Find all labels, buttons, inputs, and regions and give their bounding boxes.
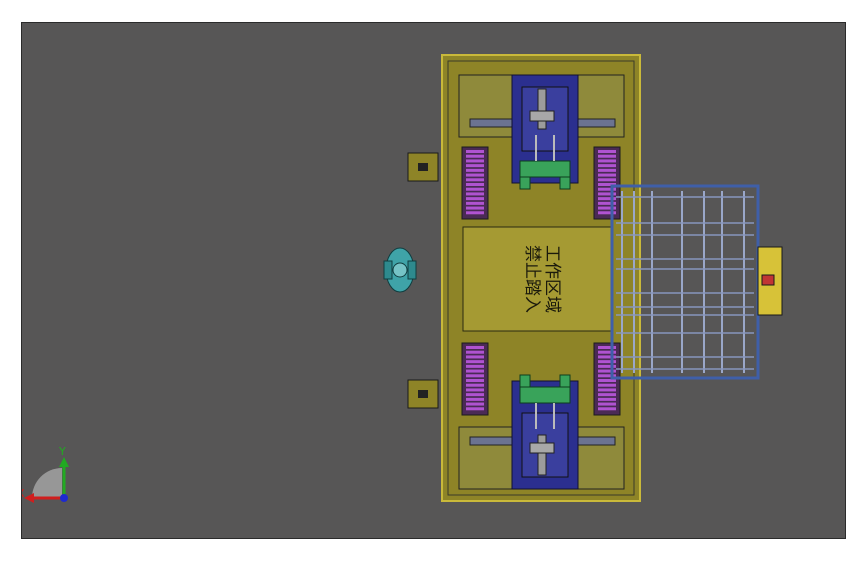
- roller: [466, 383, 484, 387]
- roller: [598, 402, 616, 406]
- operator-figure: [383, 247, 417, 293]
- roller: [598, 407, 616, 411]
- roller: [466, 197, 484, 201]
- triad-y-label: Y: [58, 445, 66, 458]
- roller: [598, 388, 616, 392]
- roller: [466, 393, 484, 397]
- roller: [466, 369, 484, 373]
- roller: [466, 168, 484, 172]
- roller: [466, 397, 484, 401]
- control-box-icon[interactable]: [407, 152, 439, 182]
- roller: [598, 154, 616, 158]
- roller: [598, 164, 616, 168]
- roller: [466, 407, 484, 411]
- layout-drawing[interactable]: 工作区域 禁止踏入 Y X: [22, 23, 847, 540]
- roller: [466, 201, 484, 205]
- roller: [598, 173, 616, 177]
- roller: [466, 183, 484, 186]
- roller: [466, 206, 484, 210]
- conveyor-top-right: [593, 146, 621, 220]
- roller: [466, 211, 484, 215]
- roller: [466, 150, 484, 153]
- roller: [598, 383, 616, 387]
- control-box-icon[interactable]: [407, 379, 439, 409]
- work-zone-label-line1: 工作区域: [542, 245, 562, 313]
- roller: [466, 388, 484, 392]
- coordinate-triad: Y X: [22, 445, 69, 503]
- roller: [598, 150, 616, 153]
- roller: [466, 402, 484, 406]
- roller: [466, 178, 484, 182]
- roller: [466, 164, 484, 168]
- roller: [466, 154, 484, 158]
- roller: [466, 350, 484, 354]
- roller: [466, 346, 484, 349]
- roller: [466, 187, 484, 191]
- cad-viewport[interactable]: 工作区域 禁止踏入 Y X: [21, 22, 846, 539]
- fixture-right: [757, 246, 783, 316]
- roller: [598, 397, 616, 401]
- roller: [466, 355, 484, 359]
- safety-cage: [610, 184, 760, 380]
- roller: [466, 159, 484, 163]
- roller: [466, 374, 484, 378]
- roller: [598, 159, 616, 163]
- roller: [466, 173, 484, 177]
- roller: [466, 379, 484, 382]
- roller: [466, 364, 484, 368]
- roller: [598, 168, 616, 172]
- conveyor-bottom-left: [461, 342, 489, 416]
- roller: [598, 393, 616, 397]
- roller: [466, 192, 484, 196]
- roller: [466, 360, 484, 364]
- work-zone-label-line2: 禁止踏入: [522, 245, 542, 313]
- roller: [598, 178, 616, 182]
- conveyor-top-left: [461, 146, 489, 220]
